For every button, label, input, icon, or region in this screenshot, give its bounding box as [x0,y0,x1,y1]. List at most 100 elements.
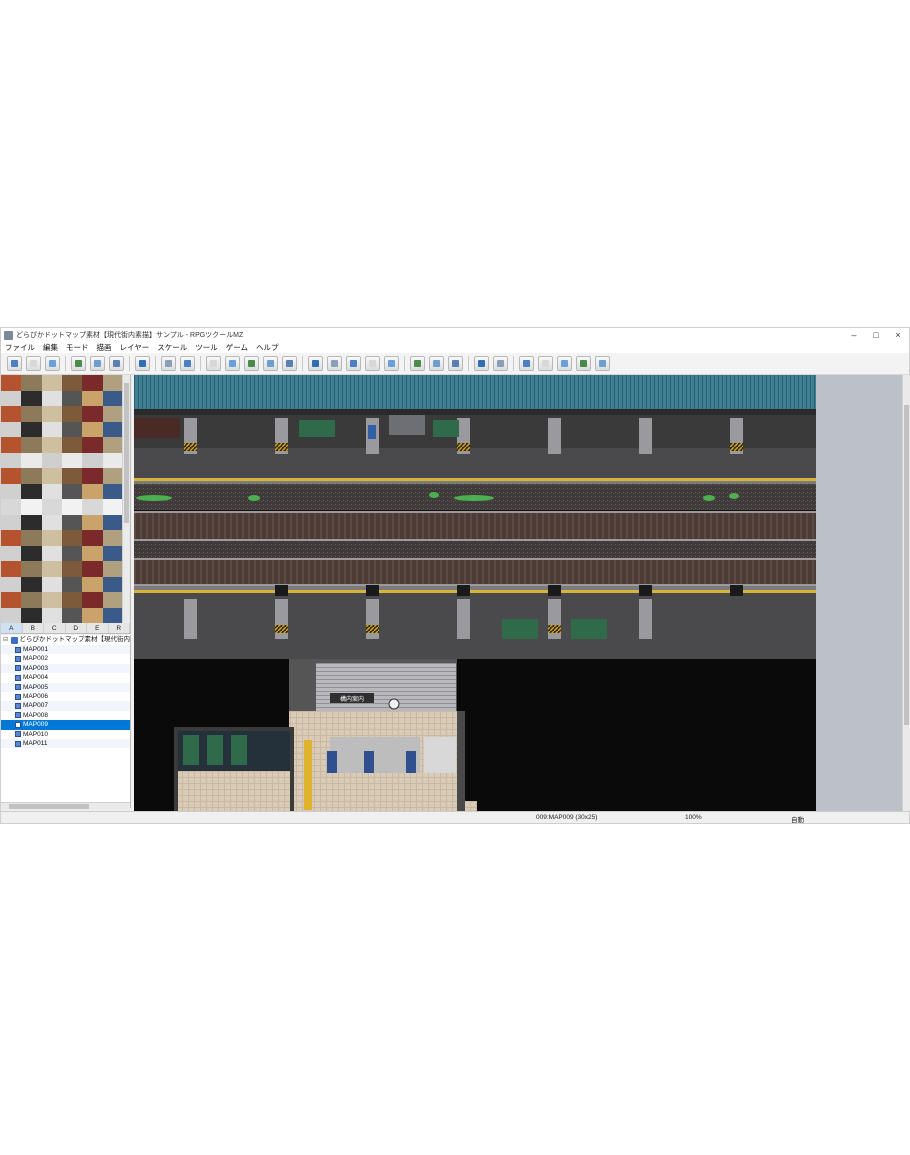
shadow-pen-icon[interactable] [384,356,399,371]
tileset-tile[interactable] [41,514,62,530]
paste-icon[interactable] [109,356,124,371]
tileset-tile[interactable] [1,607,22,623]
menu-draw[interactable]: 描画 [93,342,116,353]
resource-manager-icon[interactable] [576,356,591,371]
tileset-tile[interactable] [41,375,62,391]
tileset-tile[interactable] [62,375,83,391]
palette-scrollbar[interactable] [122,375,130,623]
tileset-tile[interactable] [102,607,123,623]
menu-scale[interactable]: スケール [153,342,191,353]
pencil-icon[interactable] [308,356,323,371]
tileset-tile[interactable] [41,452,62,468]
tileset-tile[interactable] [62,468,83,484]
tileset-tile[interactable] [102,452,123,468]
undo-icon[interactable] [135,356,150,371]
tileset-tile[interactable] [1,530,22,546]
tileset-tile[interactable] [41,499,62,515]
tileset-tile[interactable] [41,406,62,422]
tileset-tile[interactable] [41,545,62,561]
copy-icon[interactable] [90,356,105,371]
map-tree-item-selected[interactable]: MAP009 [1,720,130,730]
tileset-tile[interactable] [21,421,42,437]
tileset-tile[interactable] [62,530,83,546]
tileset-tile[interactable] [21,452,42,468]
tileset-tile[interactable] [82,452,103,468]
open-project-icon[interactable] [26,356,41,371]
tileset-tile[interactable] [1,592,22,608]
tileset-tile[interactable] [102,576,123,592]
database-icon[interactable] [474,356,489,371]
tileset-tile[interactable] [62,576,83,592]
tileset-tile[interactable] [102,390,123,406]
tileset-grid[interactable] [1,375,123,623]
tree-h-scrollbar[interactable] [1,802,130,810]
plugin-manager-icon[interactable] [493,356,508,371]
tileset-tile[interactable] [82,375,103,391]
tileset-tile[interactable] [102,561,123,577]
flood-fill-icon[interactable] [365,356,380,371]
map-scene[interactable]: 構内案内 [134,375,816,811]
tileset-tile[interactable] [82,421,103,437]
tileset-tile[interactable] [102,483,123,499]
tileset-tile[interactable] [82,437,103,453]
tileset-tile[interactable] [1,452,22,468]
tileset-tile[interactable] [1,375,22,391]
menu-help[interactable]: ヘルプ [252,342,283,353]
tab-r[interactable]: R [109,623,130,633]
tileset-tile[interactable] [41,421,62,437]
zoom-actual-icon[interactable] [448,356,463,371]
tileset-tile[interactable] [41,607,62,623]
tileset-tile[interactable] [21,390,42,406]
tileset-tile[interactable] [62,390,83,406]
tileset-tile[interactable] [1,514,22,530]
map-tree-item[interactable]: MAP002 [1,654,130,663]
minimize-button[interactable]: – [843,328,865,342]
menu-game[interactable]: ゲーム [222,342,252,353]
tileset-tile[interactable] [82,499,103,515]
tileset-tile[interactable] [102,437,123,453]
tileset-tile[interactable] [62,483,83,499]
tileset-tile[interactable] [21,530,42,546]
tileset-tile[interactable] [21,592,42,608]
tileset-tile[interactable] [21,545,42,561]
cut-icon[interactable] [71,356,86,371]
tileset-tile[interactable] [21,483,42,499]
tab-d[interactable]: D [66,623,87,633]
tileset-tile[interactable] [62,592,83,608]
tileset-tile[interactable] [1,576,22,592]
maximize-button[interactable]: □ [865,328,887,342]
map-tree-item[interactable]: MAP007 [1,701,130,711]
map-tree-item[interactable]: MAP004 [1,673,130,682]
map-tree-item[interactable]: MAP005 [1,682,130,692]
tileset-tile[interactable] [62,452,83,468]
tileset-tile[interactable] [41,530,62,546]
layer-4-icon[interactable] [282,356,297,371]
tileset-tile[interactable] [41,483,62,499]
collapse-icon[interactable]: ⊟ [3,635,8,645]
tileset-tile[interactable] [41,576,62,592]
tileset-tile[interactable] [21,499,42,515]
tileset-tile[interactable] [82,468,103,484]
tileset-tile[interactable] [41,468,62,484]
map-tree-root[interactable]: ⊟ どらぴかドットマップ素材【現代街内 [1,635,130,645]
tileset-tile[interactable] [62,406,83,422]
tileset-tile[interactable] [62,514,83,530]
menu-mode[interactable]: モード [62,342,93,353]
tileset-tile[interactable] [1,499,22,515]
rectangle-icon[interactable] [327,356,342,371]
layer-3-icon[interactable] [263,356,278,371]
tileset-tile[interactable] [102,406,123,422]
tileset-tile[interactable] [1,483,22,499]
tileset-tile[interactable] [102,592,123,608]
tileset-tile[interactable] [21,406,42,422]
tab-e[interactable]: E [87,623,109,633]
tileset-tile[interactable] [41,561,62,577]
tileset-tile[interactable] [62,499,83,515]
tileset-tile[interactable] [1,437,22,453]
tab-b[interactable]: B [23,623,44,633]
tileset-tile[interactable] [1,406,22,422]
map-tree-item[interactable]: MAP003 [1,663,130,674]
tileset-tile[interactable] [21,561,42,577]
tileset-tile[interactable] [21,437,42,453]
tileset-tile[interactable] [41,390,62,406]
